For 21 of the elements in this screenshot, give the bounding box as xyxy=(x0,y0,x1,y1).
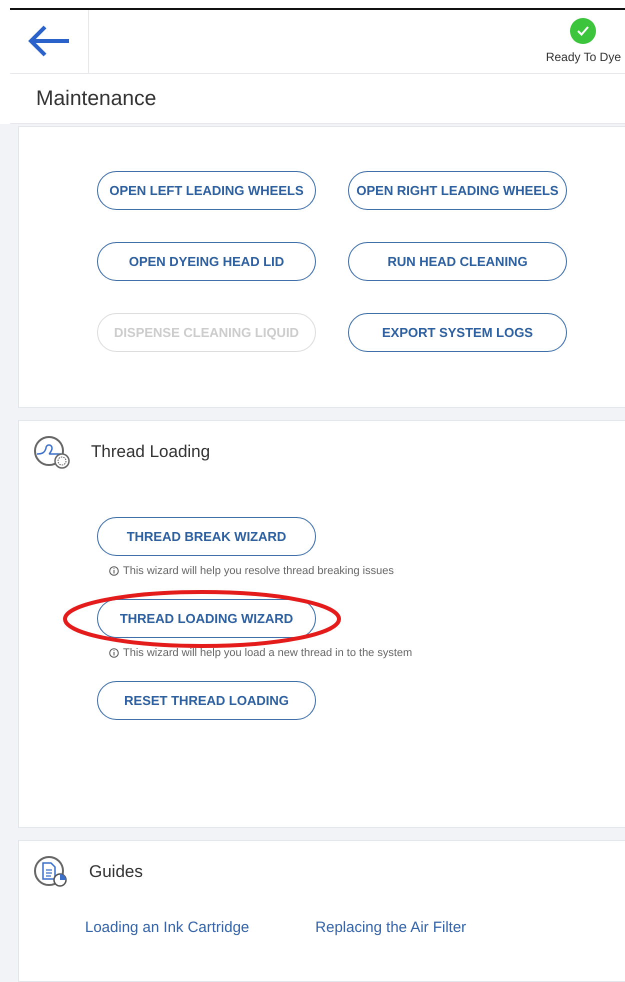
wizard-button[interactable]: THREAD BREAK WIZARD xyxy=(97,517,316,556)
action-button[interactable]: OPEN DYEING HEAD LID xyxy=(97,242,316,281)
back-arrow-icon[interactable] xyxy=(27,24,71,58)
status-label: Ready To Dye xyxy=(546,50,621,64)
action-button[interactable]: EXPORT SYSTEM LOGS xyxy=(348,313,567,352)
section-title: Guides xyxy=(89,862,143,882)
section-title: Thread Loading xyxy=(91,442,210,462)
action-button[interactable]: OPEN LEFT LEADING WHEELS xyxy=(97,171,316,210)
guide-link[interactable]: Replacing the Air Filter xyxy=(315,919,466,936)
thread-spool-icon xyxy=(33,435,71,469)
wizard-button[interactable]: RESET THREAD LOADING xyxy=(97,681,316,720)
page-title: Maintenance xyxy=(36,86,156,111)
info-icon xyxy=(109,648,119,658)
action-button[interactable]: OPEN RIGHT LEADING WHEELS xyxy=(348,171,567,210)
action-button[interactable]: RUN HEAD CLEANING xyxy=(348,242,567,281)
guide-link[interactable]: Loading an Ink Cartridge xyxy=(85,919,250,936)
hint-text: This wizard will help you resolve thread breaking issues xyxy=(123,565,394,577)
wizard-button[interactable]: THREAD LOADING WIZARD xyxy=(97,599,316,638)
document-icon xyxy=(33,855,69,889)
hint-text: This wizard will help you load a new thread in to the system xyxy=(123,647,412,659)
info-icon xyxy=(109,566,119,576)
